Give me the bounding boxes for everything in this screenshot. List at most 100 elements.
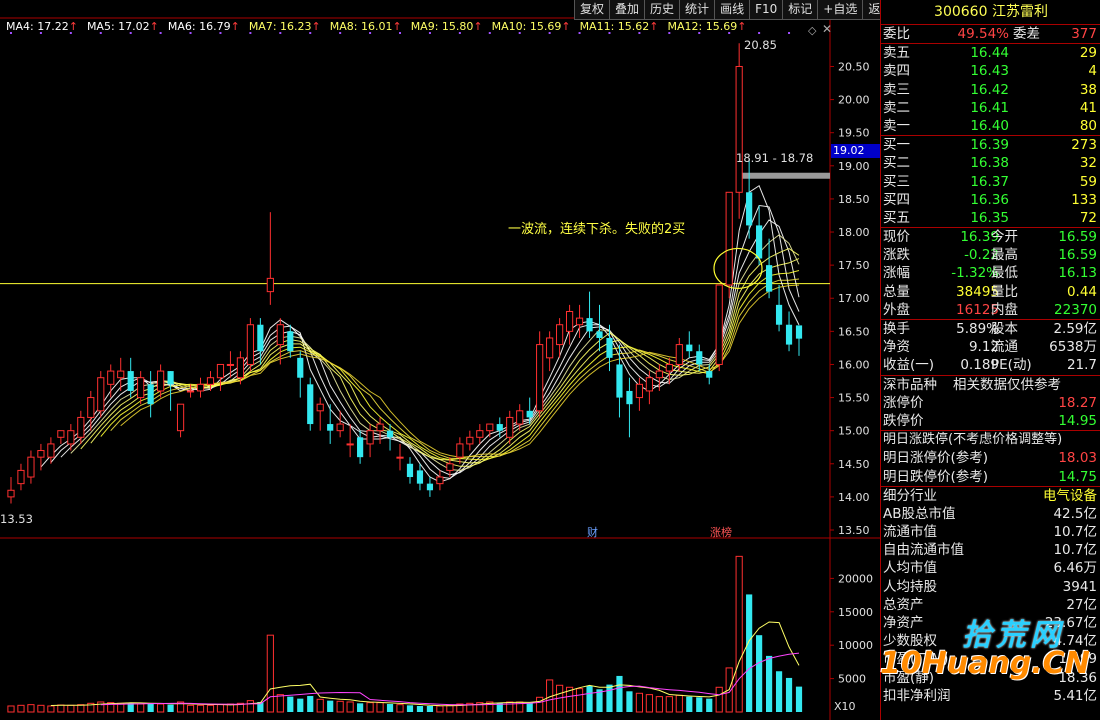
volume-bar bbox=[775, 671, 783, 712]
candle-body bbox=[696, 351, 703, 365]
fund-label: PE(动) bbox=[991, 357, 1032, 374]
candle-body bbox=[496, 424, 503, 431]
asks-row[interactable]: 卖三 16.42 38 bbox=[881, 81, 1100, 99]
toolbar-button-1[interactable]: 叠加 bbox=[609, 0, 646, 20]
limit-up-event-tag[interactable]: 涨榜 bbox=[710, 524, 732, 540]
chart-settings-icon[interactable]: ◇ bbox=[808, 24, 816, 37]
ma-legend-label: MA8: 16.01 bbox=[329, 20, 393, 33]
candle-body bbox=[287, 331, 294, 352]
quote-row: 总量 38495 量比 0.44 bbox=[881, 283, 1100, 301]
candle-body bbox=[266, 277, 274, 293]
quote-value: 16125 bbox=[956, 301, 999, 318]
asks-price: 16.43 bbox=[970, 63, 1009, 80]
kline-chart[interactable]: 20.50 20.00 19.50 19.00 18.50 18.00 17.50 17.00… bbox=[0, 0, 880, 720]
toolbar-button-2[interactable]: 历史 bbox=[644, 0, 681, 20]
candle-body bbox=[506, 416, 514, 438]
candle-body bbox=[785, 324, 793, 345]
stats-row: 扣非净利润 5.41亿 bbox=[881, 687, 1100, 705]
stock-name: 江苏雷利 bbox=[991, 4, 1048, 20]
finance-event-tag[interactable]: 财 bbox=[587, 524, 598, 540]
fund-value: 0.189 bbox=[960, 357, 999, 374]
stock-title: 300660 江苏雷利 bbox=[881, 0, 1100, 25]
stats-label: 净资产 bbox=[883, 615, 924, 631]
volume-bar bbox=[27, 704, 35, 713]
toolbar-button-0[interactable]: 复权 bbox=[574, 0, 611, 20]
toolbar-button-5[interactable]: F10 bbox=[749, 0, 784, 20]
bids-row[interactable]: 买一 16.39 273 bbox=[881, 136, 1100, 154]
candle-body bbox=[346, 443, 354, 446]
fund-value: 2.59亿 bbox=[1053, 321, 1097, 337]
candle-body bbox=[416, 470, 424, 484]
ma-legend-item: MA8: 16.01↑ bbox=[330, 20, 402, 33]
volume-bar bbox=[206, 704, 215, 713]
stats-value: 3941 bbox=[1062, 578, 1097, 595]
toolbar-button-3[interactable]: 统计 bbox=[679, 0, 716, 20]
asks-label: 卖五 bbox=[883, 45, 910, 62]
fund-row: 换手 5.89% 股本 2.59亿 bbox=[881, 320, 1100, 338]
asks-row[interactable]: 卖五 16.44 29 bbox=[881, 44, 1100, 62]
candle-body bbox=[606, 337, 613, 358]
asks-price: 16.42 bbox=[970, 81, 1009, 98]
candle-body bbox=[795, 325, 803, 339]
stats-value: 27亿 bbox=[1066, 596, 1097, 613]
kline-chart-panel[interactable]: 20.50 20.00 19.50 19.00 18.50 18.00 17.50 17.00… bbox=[0, 0, 899, 720]
volume-bar bbox=[436, 705, 444, 713]
candle-body bbox=[675, 344, 683, 365]
candle-body bbox=[746, 192, 753, 226]
next-value: 18.03 bbox=[1058, 450, 1097, 467]
ma-legend-item: MA6: 16.79↑ bbox=[168, 20, 240, 33]
asks-price: 16.44 bbox=[970, 45, 1009, 62]
price-tick-label: 19.50 bbox=[838, 127, 870, 140]
toolbar-button-7[interactable]: +自选 bbox=[817, 0, 864, 20]
limits-label: 涨停价 bbox=[883, 394, 924, 411]
volume-bar bbox=[756, 635, 763, 712]
price-tick-label: 18.00 bbox=[838, 226, 870, 239]
fund-label: 净资 bbox=[883, 339, 910, 356]
weibi-value: 49.54% bbox=[957, 26, 1009, 42]
stats-label: 扣非净利润 bbox=[883, 687, 951, 704]
toolbar-button-4[interactable]: 画线 bbox=[714, 0, 751, 20]
candle-body bbox=[556, 324, 564, 346]
stats-row: 人均市值 6.46万 bbox=[881, 559, 1100, 577]
toolbar-button-6[interactable]: 标记 bbox=[782, 0, 819, 20]
volume-bar bbox=[196, 704, 205, 713]
next-title: 明日涨跌停(不考虑价格调整等) bbox=[883, 432, 1063, 448]
stats-value: 10.7亿 bbox=[1053, 524, 1097, 541]
chart-close-icon[interactable]: ✕ bbox=[822, 22, 832, 36]
asks-row[interactable]: 卖一 16.40 80 bbox=[881, 117, 1100, 135]
bids-label: 买三 bbox=[883, 173, 910, 190]
stats-value: 6.46万 bbox=[1053, 560, 1097, 577]
bids-row[interactable]: 买二 16.38 32 bbox=[881, 154, 1100, 172]
bids-row[interactable]: 买四 16.36 133 bbox=[881, 191, 1100, 209]
quote-label: 最低 bbox=[991, 265, 1018, 282]
stats-label: 总资产 bbox=[883, 596, 924, 613]
candle-body bbox=[276, 324, 284, 346]
quote-value: -0.22 bbox=[964, 247, 999, 264]
stats-label: 自由流通市值 bbox=[883, 542, 964, 559]
quote-row: 外盘 16125 内盘 22370 bbox=[881, 301, 1100, 319]
stats-row: 净资产 23.67亿 bbox=[881, 614, 1100, 632]
volume-bar bbox=[536, 696, 544, 713]
volume-bar bbox=[346, 701, 354, 713]
weibi-row: 委比 49.54% 委差 377 bbox=[881, 25, 1100, 43]
quote-label: 涨跌 bbox=[883, 247, 910, 264]
stats-row: 市盈(静) 18.36 bbox=[881, 669, 1100, 687]
stats-label: 市盈(TTM) bbox=[883, 651, 949, 668]
ma-legend-label: MA11: 15.62 bbox=[579, 20, 650, 33]
limits-label: 跌停价 bbox=[883, 412, 924, 429]
asks-row[interactable]: 卖四 16.43 4 bbox=[881, 62, 1100, 80]
candle-body bbox=[236, 357, 245, 379]
price-tick-label: 17.50 bbox=[838, 259, 870, 272]
volume-bar bbox=[795, 686, 803, 712]
asks-label: 卖一 bbox=[883, 117, 910, 134]
asks-row[interactable]: 卖二 16.41 41 bbox=[881, 99, 1100, 117]
bids-row[interactable]: 买五 16.35 72 bbox=[881, 209, 1100, 227]
bids-row[interactable]: 买三 16.37 59 bbox=[881, 173, 1100, 191]
quote-row: 涨跌 -0.22 最高 16.59 bbox=[881, 246, 1100, 264]
range-bar bbox=[736, 172, 830, 179]
stats-value: 17.99 bbox=[1058, 651, 1097, 668]
signal-dot bbox=[758, 32, 761, 34]
next-row: 明日涨停价(参考) 18.03 bbox=[881, 449, 1100, 467]
volume-bar bbox=[645, 694, 653, 713]
volume-bar bbox=[137, 703, 145, 713]
